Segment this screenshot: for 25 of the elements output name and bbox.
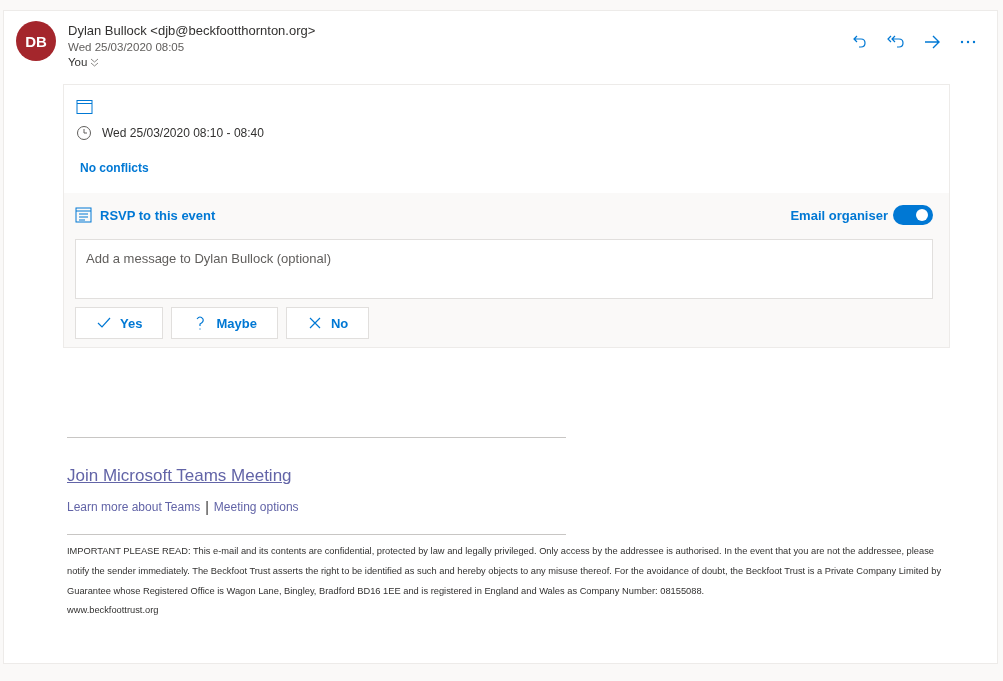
email-organiser-toggle[interactable] xyxy=(893,205,933,225)
sender-avatar: DB xyxy=(16,21,56,61)
calendar-icon xyxy=(76,99,93,115)
message-field[interactable]: Add a message to Dylan Bullock (optional) xyxy=(75,239,933,299)
no-conflicts-link[interactable]: No conflicts xyxy=(80,161,149,175)
sent-date: Wed 25/03/2020 08:05 xyxy=(68,41,186,53)
disclaimer-text: IMPORTANT PLEASE READ: This e-mail and its contents are confidential, protected by law and legally privileged. Only access by the addressee is authorised. In the event that you are not the addressee, please notify the sender immediately. The Beckfoot Trust asserts the right to be identified as such and hereby objects to any misuse thereof. For the avoidance of doubt, the Beckfoot Trust is a Private Company Limited by Guarantee whose Registered Office is Wagon Lane, Bingley, Bradford BD16 1EE and is registered in England and Wales as Company Number: 08155088. xyxy=(67,545,943,598)
forward-icon[interactable] xyxy=(923,33,941,51)
event-time: Wed 25/03/2020 08:10 - 08:40 xyxy=(102,126,264,140)
email-organiser-label: Email organiser xyxy=(790,207,888,223)
sender-name: Dylan Bullock <djb@beckfootthornton.org> xyxy=(68,23,316,38)
clock-icon xyxy=(76,125,92,141)
join-meeting-link[interactable]: Join Microsoft Teams Meeting xyxy=(67,466,292,486)
yes-button[interactable]: Yes xyxy=(75,307,164,339)
maybe-button[interactable]: Maybe xyxy=(171,307,278,339)
rsvp-title: RSVP to this event xyxy=(100,207,216,223)
meeting-options-link[interactable]: Meeting options xyxy=(213,500,299,514)
recipient: You xyxy=(68,56,88,68)
separator: | xyxy=(205,499,209,515)
reply-icon[interactable] xyxy=(851,33,869,51)
website-text: www.beckfoottrust.org xyxy=(67,604,160,617)
no-button[interactable]: No xyxy=(285,307,370,339)
reply-all-icon[interactable] xyxy=(887,33,905,51)
chevron-icon[interactable] xyxy=(90,57,100,67)
learn-more-link[interactable]: Learn more about Teams xyxy=(67,500,201,514)
